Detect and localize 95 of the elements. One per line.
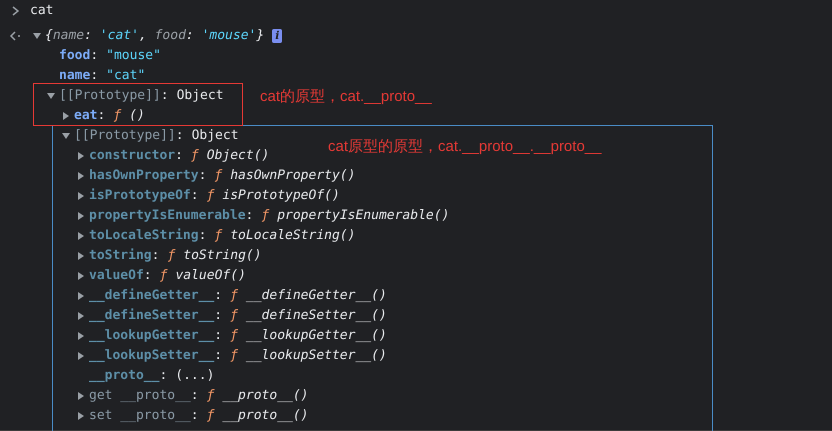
property-key: __proto__ bbox=[89, 366, 160, 386]
property-key: __defineGetter__ bbox=[89, 286, 214, 306]
collapsed-triangle-icon[interactable] bbox=[77, 232, 85, 240]
expanded-triangle-icon[interactable] bbox=[62, 132, 70, 140]
object-value: Object bbox=[176, 87, 224, 106]
function-sign: ƒ bbox=[214, 227, 222, 246]
info-badge[interactable]: i bbox=[272, 29, 282, 43]
property-key: constructor bbox=[89, 146, 176, 166]
return-arrow-icon bbox=[9, 31, 20, 41]
function-value: () bbox=[129, 107, 145, 126]
colon-separator: : bbox=[190, 387, 199, 406]
colon-separator: : bbox=[190, 187, 199, 206]
function-value: __defineGetter__() bbox=[246, 287, 387, 306]
property-key: food bbox=[59, 46, 90, 66]
function-sign: ƒ bbox=[230, 307, 238, 326]
function-value: toString() bbox=[183, 247, 262, 266]
collapsed-triangle-icon[interactable] bbox=[77, 332, 85, 340]
function-value: __lookupGetter__() bbox=[246, 327, 387, 346]
prompt-chevron-icon bbox=[12, 6, 19, 16]
function-sign: ƒ bbox=[167, 247, 176, 266]
function-sign: ƒ bbox=[230, 327, 238, 346]
function-sign: ƒ bbox=[206, 387, 214, 406]
function-sign: ƒ bbox=[214, 167, 222, 186]
function-sign: ƒ bbox=[160, 267, 168, 286]
property-key: hasOwnProperty bbox=[89, 166, 199, 186]
collapsed-triangle-icon[interactable] bbox=[77, 272, 85, 280]
expanded-triangle-icon[interactable] bbox=[33, 32, 41, 40]
colon-separator: : bbox=[214, 347, 222, 366]
string-value: "mouse" bbox=[106, 47, 161, 66]
collapsed-triangle-icon[interactable] bbox=[77, 252, 85, 260]
property-key: __defineSetter__ bbox=[89, 306, 214, 326]
collapsed-triangle-icon[interactable] bbox=[77, 412, 85, 420]
colon-separator: : bbox=[246, 207, 254, 226]
function-sign: ƒ bbox=[113, 107, 122, 126]
colon-separator: : bbox=[175, 147, 183, 166]
colon-separator: : bbox=[160, 87, 169, 106]
colon-separator: : bbox=[198, 227, 206, 246]
property-key: __lookupGetter__ bbox=[89, 326, 214, 346]
collapsed-triangle-icon[interactable] bbox=[77, 212, 85, 220]
input-text: cat bbox=[30, 2, 54, 20]
function-sign: ƒ bbox=[206, 187, 214, 206]
collapsed-triangle-icon[interactable] bbox=[77, 192, 85, 200]
annotation-label: cat原型的原型，cat.__proto__.__proto__ bbox=[328, 137, 602, 157]
lazy-value[interactable]: (...) bbox=[175, 366, 214, 386]
colon-separator: : bbox=[144, 267, 152, 286]
property-key: get __proto__ bbox=[89, 386, 191, 406]
function-value: __proto__() bbox=[222, 407, 308, 426]
function-value: isPrototypeOf() bbox=[222, 187, 340, 206]
function-value: toLocaleString() bbox=[230, 227, 356, 246]
collapsed-triangle-icon[interactable] bbox=[77, 312, 85, 320]
function-sign: ƒ bbox=[190, 147, 199, 166]
function-value: hasOwnProperty() bbox=[230, 167, 356, 186]
object-preview: {name: 'cat', food: 'mouse'} bbox=[45, 27, 264, 46]
colon-separator: : bbox=[214, 327, 222, 346]
colon-separator: : bbox=[176, 127, 184, 146]
collapsed-triangle-icon[interactable] bbox=[77, 172, 85, 180]
property-key: propertyIsEnumerable bbox=[89, 206, 246, 226]
colon-separator: : bbox=[152, 247, 160, 266]
function-sign: ƒ bbox=[206, 407, 214, 426]
property-key: eat bbox=[74, 106, 98, 126]
collapsed-triangle-icon[interactable] bbox=[77, 392, 85, 400]
colon-separator: : bbox=[214, 307, 222, 326]
colon-separator: : bbox=[159, 367, 168, 386]
property-key: [[Prototype]] bbox=[74, 126, 176, 146]
function-value: propertyIsEnumerable() bbox=[277, 207, 450, 226]
collapsed-triangle-icon[interactable] bbox=[62, 112, 70, 120]
function-value: __lookupSetter__() bbox=[246, 347, 387, 366]
colon-separator: : bbox=[97, 107, 106, 126]
function-value: valueOf() bbox=[175, 267, 246, 286]
property-key: valueOf bbox=[89, 266, 144, 286]
colon-separator: : bbox=[198, 167, 206, 186]
function-value: __defineSetter__() bbox=[246, 307, 387, 326]
collapsed-triangle-icon[interactable] bbox=[77, 292, 85, 300]
colon-separator: : bbox=[90, 67, 98, 86]
function-sign: ƒ bbox=[230, 287, 238, 306]
annotation-label: cat的原型，cat.__proto__ bbox=[260, 87, 432, 107]
property-key: toString bbox=[89, 246, 152, 266]
colon-separator: : bbox=[90, 47, 98, 66]
property-key: [[Prototype]] bbox=[59, 86, 161, 106]
colon-separator: : bbox=[190, 407, 199, 426]
property-key: isPrototypeOf bbox=[89, 186, 191, 206]
property-key: __lookupSetter__ bbox=[89, 346, 214, 366]
collapsed-triangle-icon[interactable] bbox=[77, 352, 85, 360]
expanded-triangle-icon[interactable] bbox=[47, 92, 55, 100]
function-value: __proto__() bbox=[222, 387, 308, 406]
object-value: Object bbox=[192, 127, 239, 146]
colon-separator: : bbox=[214, 287, 222, 306]
string-value: "cat" bbox=[106, 67, 146, 86]
function-sign: ƒ bbox=[261, 207, 270, 226]
property-key: name bbox=[59, 66, 90, 86]
property-key: set __proto__ bbox=[89, 406, 191, 426]
property-key: toLocaleString bbox=[89, 226, 199, 246]
function-sign: ƒ bbox=[230, 347, 238, 366]
function-value: Object() bbox=[206, 147, 270, 166]
collapsed-triangle-icon[interactable] bbox=[77, 152, 85, 160]
